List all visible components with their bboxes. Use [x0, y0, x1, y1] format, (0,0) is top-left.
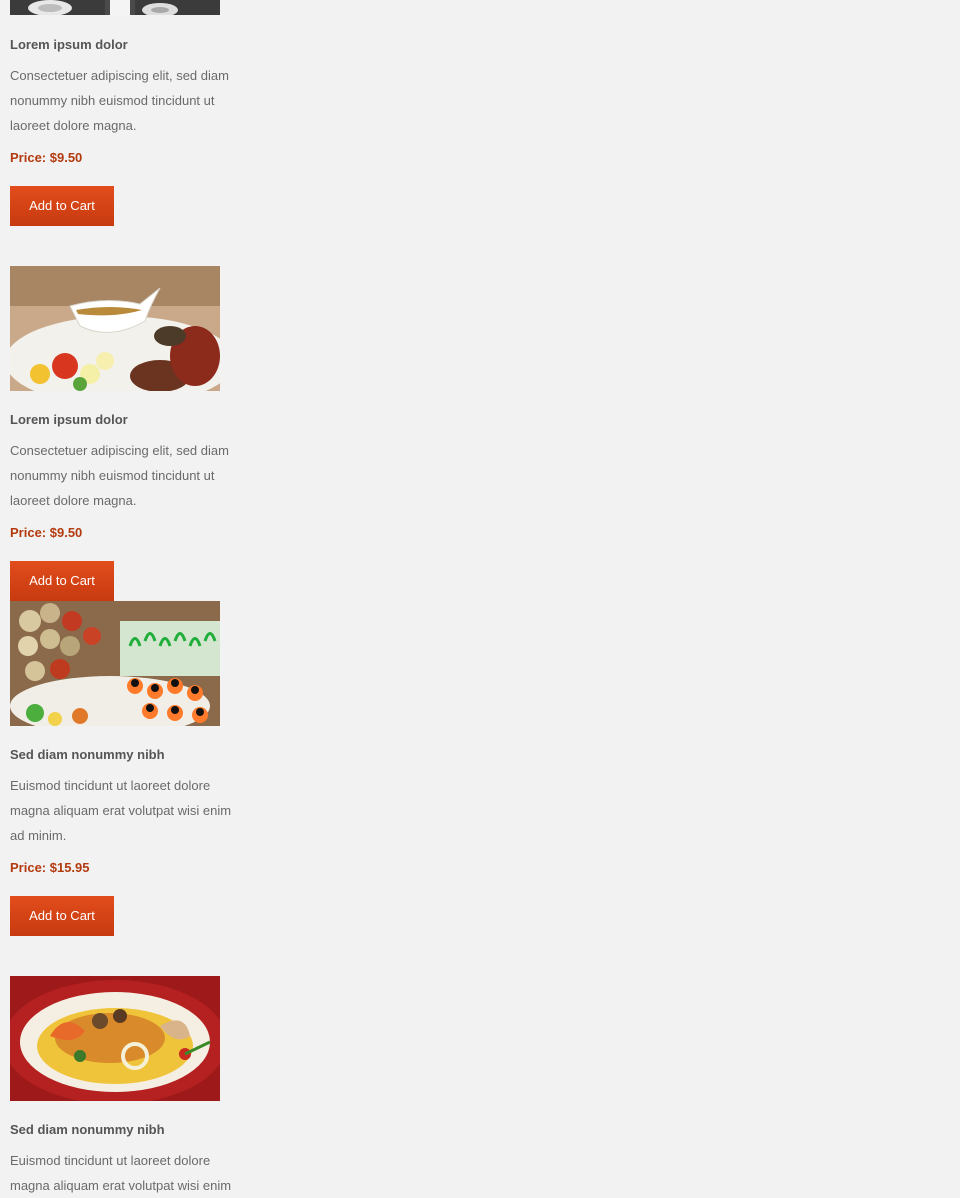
product-title[interactable]: Sed diam nonummy nibh [10, 1122, 165, 1138]
product-image-link[interactable] [10, 601, 220, 726]
product-title[interactable]: Sed diam nonummy nibh [10, 747, 165, 763]
canapes-skewers-image [10, 601, 220, 726]
product-title[interactable]: Lorem ipsum dolor [10, 37, 128, 53]
product-price: Price: $15.95 [10, 860, 90, 875]
add-to-cart-button[interactable]: Add to Cart [10, 186, 114, 226]
add-to-cart-button[interactable]: Add to Cart [10, 561, 114, 601]
product-price: Price: $9.50 [10, 525, 83, 540]
product-image-link[interactable] [10, 0, 220, 15]
product-description: Euismod tincidunt ut laoreet dolore magn… [10, 1153, 232, 1193]
gravy-boat-meat-platter-image [10, 266, 220, 391]
product-price: Price: $9.50 [10, 150, 83, 165]
seafood-plate-image [10, 976, 220, 1101]
product-description: Euismod tincidunt ut laoreet dolore magn… [10, 778, 232, 843]
product-image-link[interactable] [10, 266, 220, 391]
product-description: Consectetuer adipiscing elit, sed diam n… [10, 443, 229, 508]
product-title[interactable]: Lorem ipsum dolor [10, 412, 128, 428]
table-setting-image [10, 0, 220, 15]
product-description: Consectetuer adipiscing elit, sed diam n… [10, 68, 229, 133]
add-to-cart-button[interactable]: Add to Cart [10, 896, 114, 936]
product-list: Lorem ipsum dolor Consectetuer adipiscin… [0, 0, 960, 1198]
product-image-link[interactable] [10, 976, 220, 1101]
